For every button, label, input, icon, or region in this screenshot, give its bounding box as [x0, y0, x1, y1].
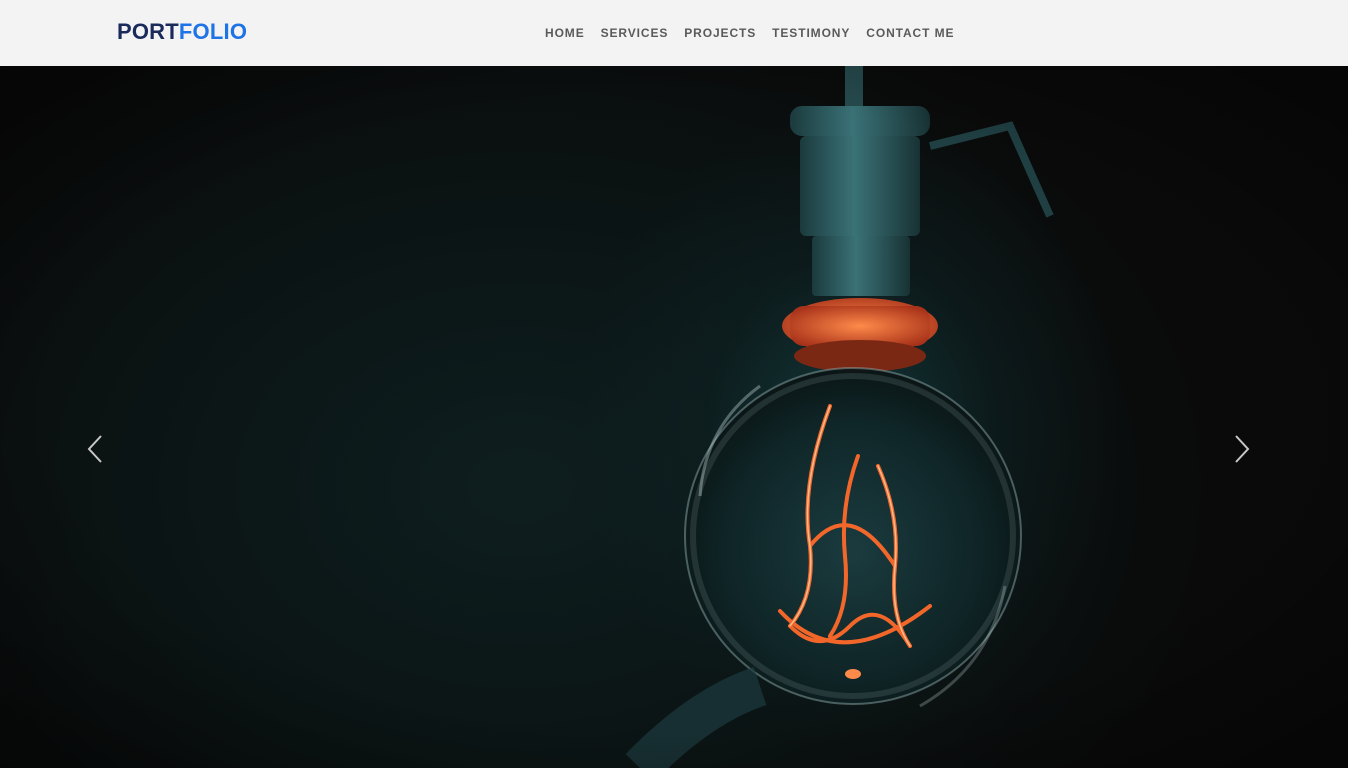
chevron-left-icon: [87, 435, 102, 463]
navbar: PORTFOLIO HOME SERVICES PROJECTS TESTIMO…: [0, 0, 1348, 66]
hero-carousel: [0, 66, 1348, 768]
brand-part1: PORT: [117, 19, 179, 44]
brand-logo[interactable]: PORTFOLIO: [117, 19, 247, 45]
carousel-next-button[interactable]: [1233, 434, 1263, 464]
nav-home[interactable]: HOME: [545, 25, 585, 41]
light-bulb-photo: [0, 66, 1348, 768]
brand-part2: FOLIO: [178, 19, 248, 44]
main-nav: HOME SERVICES PROJECTS TESTIMONY CONTACT…: [545, 25, 954, 41]
nav-contact-me[interactable]: CONTACT ME: [866, 25, 954, 41]
nav-testimony[interactable]: TESTIMONY: [772, 25, 850, 41]
chevron-right-icon: [1235, 435, 1250, 463]
nav-projects[interactable]: PROJECTS: [684, 25, 756, 41]
carousel-prev-button[interactable]: [86, 434, 116, 464]
nav-services[interactable]: SERVICES: [601, 25, 669, 41]
